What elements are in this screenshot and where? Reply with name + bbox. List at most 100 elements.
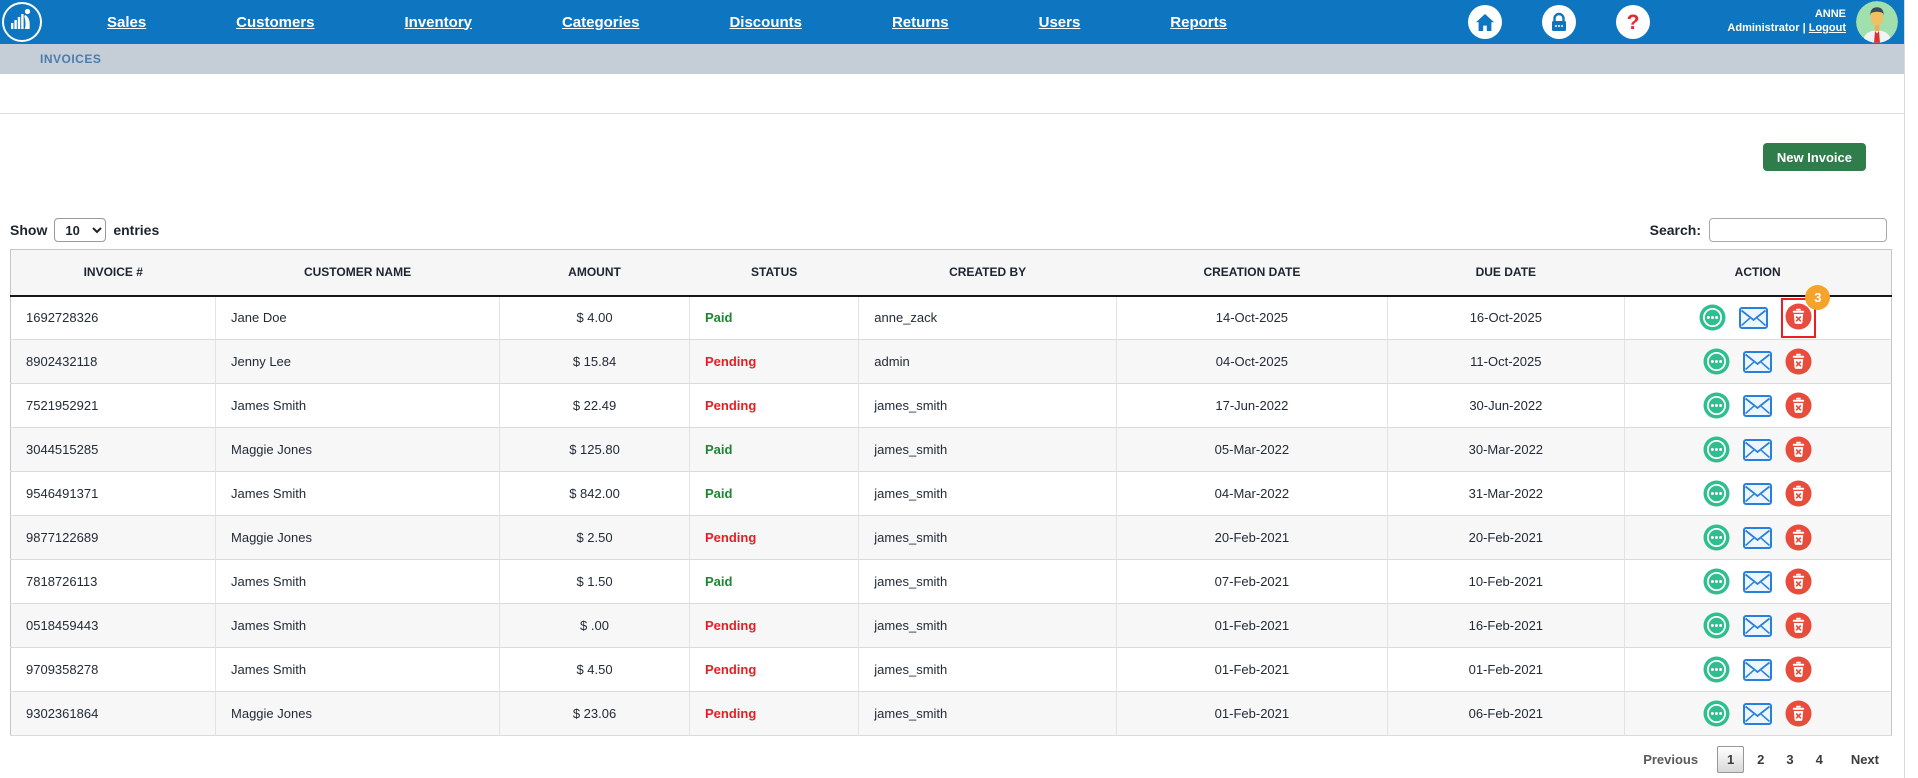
status-badge: Pending bbox=[705, 354, 756, 369]
nav-item-customers[interactable]: Customers bbox=[236, 14, 314, 31]
creation-date-cell: 17-Jun-2022 bbox=[1116, 384, 1387, 428]
delete-invoice-button[interactable] bbox=[1785, 480, 1812, 507]
nav-item-reports[interactable]: Reports bbox=[1170, 14, 1227, 31]
header-due-date[interactable]: DUE DATE bbox=[1387, 250, 1624, 296]
delete-invoice-button[interactable] bbox=[1785, 436, 1812, 463]
delete-invoice-button[interactable] bbox=[1785, 612, 1812, 639]
delete-invoice-button[interactable] bbox=[1785, 656, 1812, 683]
status-cell: Paid bbox=[690, 472, 859, 516]
delete-invoice-button[interactable] bbox=[1785, 348, 1812, 375]
ellipsis-circle-icon bbox=[1703, 363, 1730, 378]
view-invoice-button[interactable] bbox=[1703, 656, 1730, 683]
search-input[interactable] bbox=[1709, 218, 1887, 242]
due-date-cell: 30-Mar-2022 bbox=[1387, 428, 1624, 472]
view-invoice-button[interactable] bbox=[1703, 436, 1730, 463]
header-customer-name[interactable]: CUSTOMER NAME bbox=[216, 250, 500, 296]
email-invoice-button[interactable] bbox=[1743, 395, 1772, 417]
due-date-cell: 06-Feb-2021 bbox=[1387, 692, 1624, 736]
nav-item-inventory[interactable]: Inventory bbox=[404, 14, 472, 31]
envelope-icon bbox=[1743, 493, 1772, 508]
view-invoice-button[interactable] bbox=[1703, 348, 1730, 375]
status-badge: Pending bbox=[705, 618, 756, 633]
status-cell: Pending bbox=[690, 340, 859, 384]
invoice-number-cell: 7521952921 bbox=[11, 384, 216, 428]
app-logo[interactable] bbox=[2, 2, 42, 42]
view-invoice-button[interactable] bbox=[1703, 392, 1730, 419]
breadcrumb-bar: INVOICES bbox=[0, 44, 1904, 74]
delete-invoice-button[interactable] bbox=[1785, 524, 1812, 551]
nav-item-returns[interactable]: Returns bbox=[892, 14, 949, 31]
envelope-icon bbox=[1739, 317, 1768, 332]
view-invoice-button[interactable] bbox=[1699, 304, 1726, 331]
invoice-number-cell: 9877122689 bbox=[11, 516, 216, 560]
trash-icon bbox=[1785, 451, 1812, 466]
view-invoice-button[interactable] bbox=[1703, 612, 1730, 639]
home-icon[interactable] bbox=[1468, 5, 1502, 39]
customer-name-cell: James Smith bbox=[216, 604, 500, 648]
creation-date-cell: 04-Oct-2025 bbox=[1116, 340, 1387, 384]
amount-cell: $ 2.50 bbox=[500, 516, 690, 560]
view-invoice-button[interactable] bbox=[1703, 524, 1730, 551]
lock-icon[interactable] bbox=[1542, 5, 1576, 39]
delete-invoice-button[interactable] bbox=[1785, 700, 1812, 727]
pagination-page-3[interactable]: 3 bbox=[1777, 752, 1802, 767]
annotation-badge: 3 bbox=[1805, 285, 1830, 310]
view-invoice-button[interactable] bbox=[1703, 568, 1730, 595]
envelope-icon bbox=[1743, 625, 1772, 640]
pagination-page-4[interactable]: 4 bbox=[1807, 752, 1832, 767]
due-date-cell: 01-Feb-2021 bbox=[1387, 648, 1624, 692]
email-invoice-button[interactable] bbox=[1743, 527, 1772, 549]
email-invoice-button[interactable] bbox=[1743, 483, 1772, 505]
logout-link[interactable]: Logout bbox=[1809, 22, 1846, 34]
email-invoice-button[interactable] bbox=[1739, 307, 1768, 329]
email-invoice-button[interactable] bbox=[1743, 659, 1772, 681]
amount-cell: $ 15.84 bbox=[500, 340, 690, 384]
nav-item-sales[interactable]: Sales bbox=[107, 14, 146, 31]
customer-name-cell: Maggie Jones bbox=[216, 428, 500, 472]
table-row: 0518459443 James Smith $ .00 Pending jam… bbox=[11, 604, 1892, 648]
page-size-select[interactable]: 10 bbox=[54, 218, 106, 242]
avatar[interactable] bbox=[1856, 1, 1898, 43]
created-by-cell: james_smith bbox=[859, 428, 1117, 472]
status-badge: Pending bbox=[705, 706, 756, 721]
header-invoice-number[interactable]: INVOICE # bbox=[11, 250, 216, 296]
header-creation-date[interactable]: CREATION DATE bbox=[1116, 250, 1387, 296]
email-invoice-button[interactable] bbox=[1743, 571, 1772, 593]
nav-item-discounts[interactable]: Discounts bbox=[729, 14, 802, 31]
pagination-next[interactable]: Next bbox=[1842, 752, 1888, 767]
invoice-number-cell: 9302361864 bbox=[11, 692, 216, 736]
delete-invoice-button[interactable] bbox=[1785, 392, 1812, 419]
email-invoice-button[interactable] bbox=[1743, 615, 1772, 637]
created-by-cell: james_smith bbox=[859, 472, 1117, 516]
pagination-page-2[interactable]: 2 bbox=[1748, 752, 1773, 767]
user-role: Administrator bbox=[1727, 22, 1799, 34]
due-date-cell: 11-Oct-2025 bbox=[1387, 340, 1624, 384]
user-name: ANNE bbox=[1727, 8, 1846, 22]
header-created-by[interactable]: CREATED BY bbox=[859, 250, 1117, 296]
customer-name-cell: James Smith bbox=[216, 648, 500, 692]
amount-cell: $ .00 bbox=[500, 604, 690, 648]
amount-cell: $ 23.06 bbox=[500, 692, 690, 736]
status-badge: Paid bbox=[705, 486, 732, 501]
trash-icon bbox=[1785, 715, 1812, 730]
table-row: 8902432118 Jenny Lee $ 15.84 Pending adm… bbox=[11, 340, 1892, 384]
view-invoice-button[interactable] bbox=[1703, 700, 1730, 727]
search-control: Search: bbox=[1650, 218, 1887, 242]
view-invoice-button[interactable] bbox=[1703, 480, 1730, 507]
delete-invoice-button[interactable]: 3 bbox=[1781, 298, 1816, 338]
help-icon[interactable]: ? bbox=[1616, 5, 1650, 39]
nav-item-users[interactable]: Users bbox=[1039, 14, 1081, 31]
amount-cell: $ 1.50 bbox=[500, 560, 690, 604]
email-invoice-button[interactable] bbox=[1743, 351, 1772, 373]
new-invoice-button[interactable]: New Invoice bbox=[1763, 143, 1866, 171]
email-invoice-button[interactable] bbox=[1743, 703, 1772, 725]
pagination-previous[interactable]: Previous bbox=[1634, 752, 1707, 767]
created-by-cell: james_smith bbox=[859, 560, 1117, 604]
pagination-page-1[interactable]: 1 bbox=[1717, 746, 1744, 773]
header-status[interactable]: STATUS bbox=[690, 250, 859, 296]
action-cell bbox=[1624, 560, 1891, 604]
email-invoice-button[interactable] bbox=[1743, 439, 1772, 461]
delete-invoice-button[interactable] bbox=[1785, 568, 1812, 595]
header-amount[interactable]: AMOUNT bbox=[500, 250, 690, 296]
nav-item-categories[interactable]: Categories bbox=[562, 14, 640, 31]
